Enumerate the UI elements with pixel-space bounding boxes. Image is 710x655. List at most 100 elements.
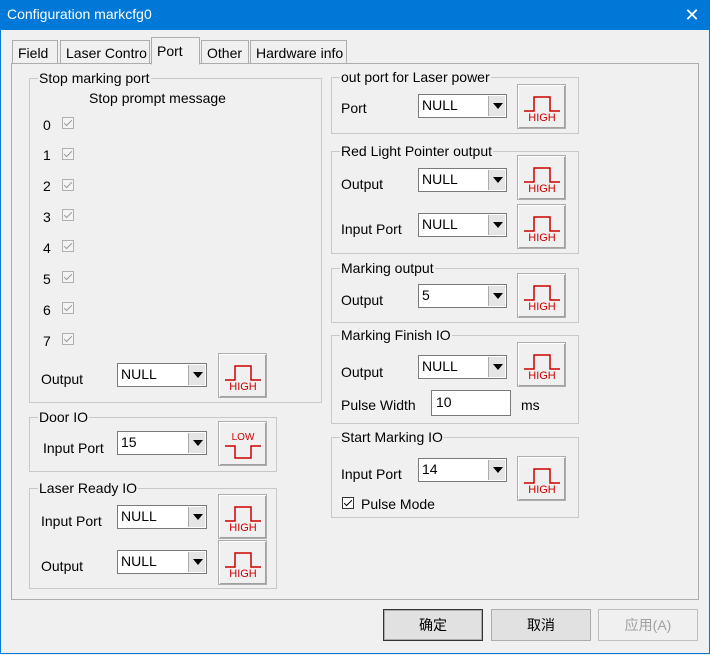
marking-output-value: 5	[422, 287, 430, 303]
red-light-input-select[interactable]: NULL	[418, 213, 507, 237]
laser-power-port-label: Port	[341, 100, 367, 116]
marking-output-label: Output	[341, 292, 384, 308]
port-0-label: 0	[43, 117, 51, 133]
start-marking-level-button[interactable]: HIGH	[517, 456, 566, 501]
tab-field[interactable]: Field	[12, 40, 58, 63]
start-marking-input-select[interactable]: 14	[418, 458, 507, 482]
red-light-input-level-button[interactable]: HIGH	[517, 204, 566, 249]
port-6-checkbox[interactable]	[62, 302, 74, 314]
level-label: HIGH	[528, 112, 556, 124]
chevron-down-icon	[488, 170, 505, 190]
level-label: HIGH	[528, 183, 556, 195]
pulse-width-label: Pulse Width	[341, 397, 416, 413]
pulse-width-input[interactable]: 10	[431, 390, 511, 416]
group-title: out port for Laser power	[340, 69, 491, 85]
chevron-down-icon	[488, 286, 505, 306]
chevron-down-icon	[188, 365, 205, 385]
door-level-button[interactable]: LOW	[218, 421, 267, 466]
high-pulse-icon: HIGH	[225, 552, 261, 580]
laser-ready-input-label: Input Port	[41, 513, 102, 529]
port-4-checkbox[interactable]	[62, 240, 74, 252]
laser-ready-input-level-button[interactable]: HIGH	[218, 494, 267, 539]
low-pulse-icon: LOW	[225, 432, 261, 459]
pulse-width-unit: ms	[521, 397, 540, 413]
group-title: Stop marking port	[38, 70, 151, 86]
chevron-down-icon	[488, 357, 505, 377]
red-light-output-label: Output	[341, 176, 384, 192]
chevron-down-icon	[488, 96, 505, 116]
group-title: Start Marking IO	[340, 429, 444, 445]
door-input-value: 15	[121, 434, 137, 450]
group-title: Red Light Pointer output	[340, 143, 493, 159]
marking-finish-output-value: NULL	[422, 358, 458, 374]
port-6-label: 6	[43, 302, 51, 318]
laser-ready-input-value: NULL	[121, 508, 157, 524]
port-0-checkbox[interactable]	[62, 117, 74, 129]
close-button[interactable]: ✕	[674, 0, 710, 30]
red-light-input-label: Input Port	[341, 221, 402, 237]
port-5-label: 5	[43, 271, 51, 287]
pulse-mode-checkbox[interactable]	[342, 497, 354, 509]
chevron-down-icon	[188, 507, 205, 527]
marking-output-select[interactable]: 5	[418, 284, 507, 308]
laser-ready-output-select[interactable]: NULL	[117, 550, 207, 574]
high-pulse-icon: HIGH	[524, 354, 560, 382]
red-light-input-value: NULL	[422, 216, 458, 232]
laser-power-port-value: NULL	[422, 97, 458, 113]
high-pulse-icon: HIGH	[524, 167, 560, 195]
high-pulse-icon: HIGH	[524, 216, 560, 244]
port-3-checkbox[interactable]	[62, 209, 74, 221]
group-title: Laser Ready IO	[38, 480, 139, 496]
laser-ready-input-select[interactable]: NULL	[117, 505, 207, 529]
level-label: LOW	[232, 432, 255, 443]
tab-port[interactable]: Port	[151, 37, 200, 65]
start-marking-input-value: 14	[422, 461, 438, 477]
pulse-mode-label: Pulse Mode	[361, 496, 435, 512]
tab-other[interactable]: Other	[201, 40, 249, 63]
level-label: HIGH	[229, 568, 257, 580]
port-1-label: 1	[43, 147, 51, 163]
laser-power-port-select[interactable]: NULL	[418, 94, 507, 118]
laser-power-level-button[interactable]: HIGH	[517, 84, 566, 129]
start-marking-input-label: Input Port	[341, 466, 402, 482]
marking-output-level-button[interactable]: HIGH	[517, 273, 566, 318]
tab-laser-control[interactable]: Laser Contro	[60, 40, 150, 63]
port-5-checkbox[interactable]	[62, 271, 74, 283]
port-4-label: 4	[43, 240, 51, 256]
stop-prompt-label: Stop prompt message	[89, 90, 226, 106]
stop-output-label: Output	[41, 371, 84, 387]
chevron-down-icon	[488, 215, 505, 235]
laser-ready-output-label: Output	[41, 558, 84, 574]
marking-finish-level-button[interactable]: HIGH	[517, 342, 566, 387]
port-3-label: 3	[43, 209, 51, 225]
red-light-output-level-button[interactable]: HIGH	[517, 155, 566, 200]
level-label: HIGH	[528, 370, 556, 382]
door-input-select[interactable]: 15	[117, 431, 207, 455]
chevron-down-icon	[188, 433, 205, 453]
high-pulse-icon: HIGH	[225, 365, 261, 393]
level-label: HIGH	[528, 232, 556, 244]
port-2-label: 2	[43, 178, 51, 194]
door-input-label: Input Port	[43, 440, 104, 456]
port-7-checkbox[interactable]	[62, 333, 74, 345]
level-label: HIGH	[229, 381, 257, 393]
high-pulse-icon: HIGH	[524, 285, 560, 313]
high-pulse-icon: HIGH	[524, 468, 560, 496]
port-1-checkbox[interactable]	[62, 148, 74, 160]
apply-button[interactable]: 应用(A)	[598, 609, 698, 641]
laser-ready-output-value: NULL	[121, 553, 157, 569]
marking-finish-output-select[interactable]: NULL	[418, 355, 507, 379]
window-title: Configuration markcfg0	[7, 6, 152, 22]
port-7-label: 7	[43, 333, 51, 349]
red-light-output-select[interactable]: NULL	[418, 168, 507, 192]
chevron-down-icon	[488, 460, 505, 480]
group-title: Door IO	[38, 409, 90, 425]
cancel-button[interactable]: 取消	[491, 609, 591, 641]
marking-finish-output-label: Output	[341, 364, 384, 380]
tab-hardware-info[interactable]: Hardware info	[250, 40, 347, 63]
stop-output-level-button[interactable]: HIGH	[218, 353, 267, 398]
port-2-checkbox[interactable]	[62, 179, 74, 191]
ok-button[interactable]: 确定	[383, 609, 483, 641]
stop-output-select[interactable]: NULL	[117, 363, 207, 387]
laser-ready-output-level-button[interactable]: HIGH	[218, 540, 267, 585]
